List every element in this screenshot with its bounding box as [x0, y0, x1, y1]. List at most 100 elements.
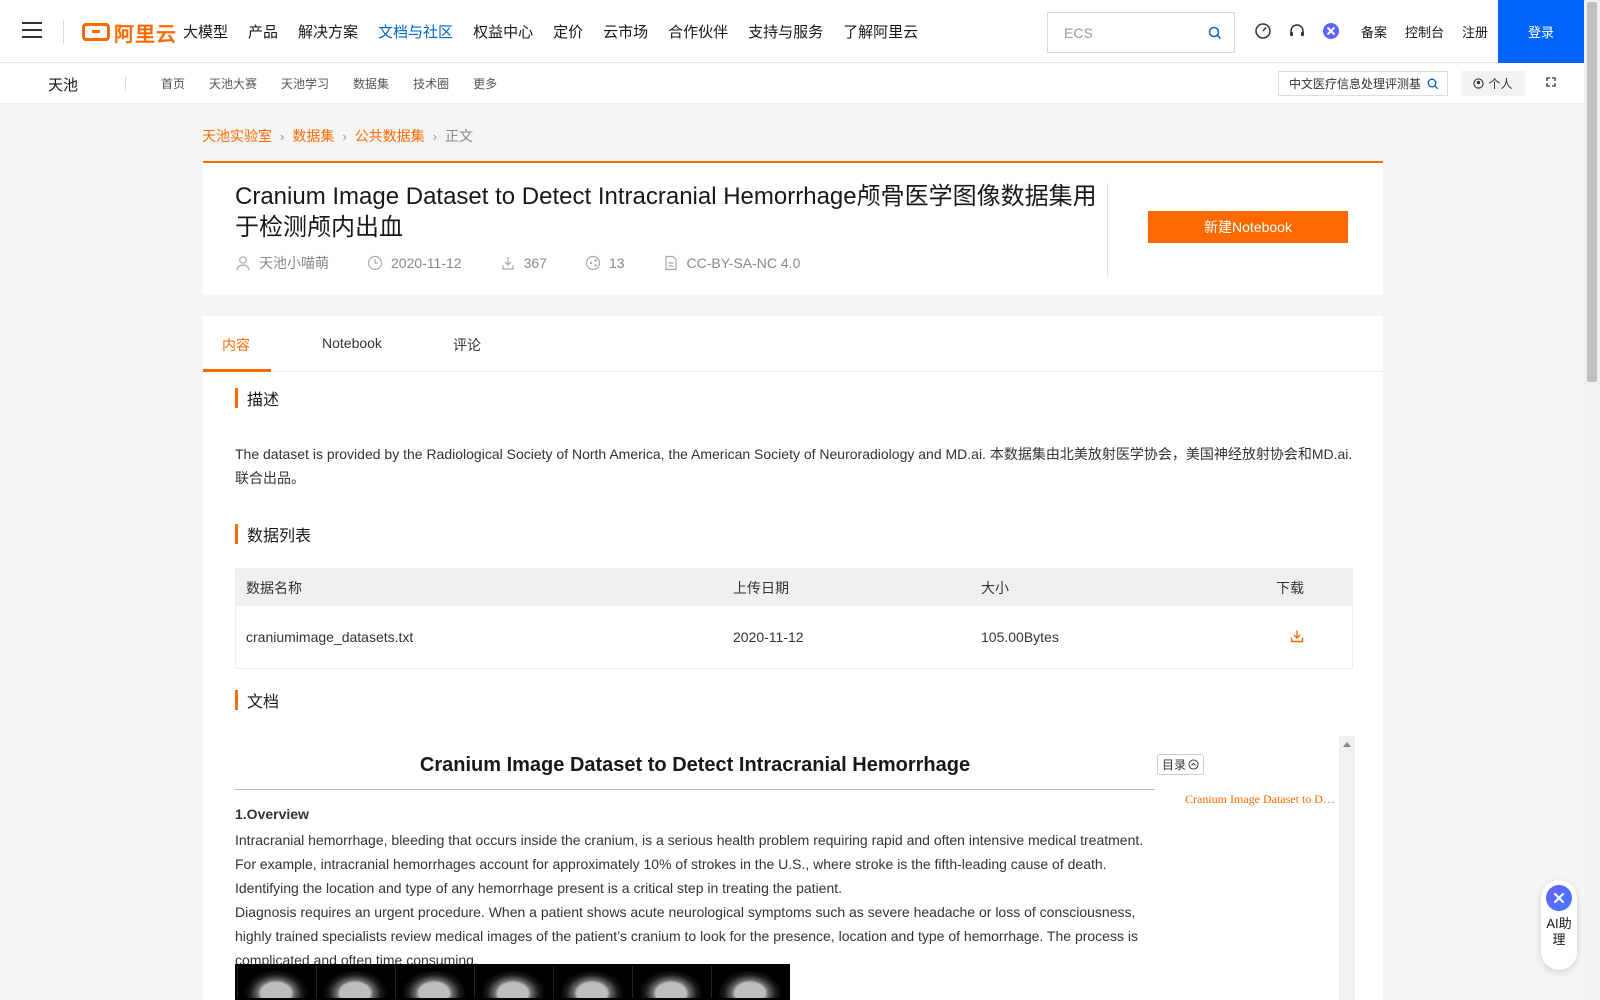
nav-link-models[interactable]: 大模型: [183, 21, 228, 42]
register-link[interactable]: 注册: [1462, 22, 1488, 41]
chevron-right-icon: ›: [432, 128, 438, 144]
section-accent-bar: [235, 690, 238, 710]
file-size: 105.00Bytes: [981, 629, 1059, 645]
document-paragraph: Intracranial hemorrhage, bleeding that o…: [235, 832, 1144, 896]
page-scrollbar[interactable]: [1584, 0, 1600, 1000]
user-icon: [236, 256, 250, 271]
section-description-heading: 描述: [235, 386, 279, 410]
section-title: 描述: [247, 392, 280, 409]
divider: [63, 20, 64, 44]
content-tabs: 内容 Notebook 评论: [203, 316, 1383, 372]
toc-label: 目录: [1162, 758, 1187, 772]
nav-link-pricing[interactable]: 定价: [553, 21, 583, 42]
subnav-competitions[interactable]: 天池大赛: [209, 75, 257, 92]
ai-assistant-icon[interactable]: [1322, 22, 1340, 40]
ai-assistant-label: AI助理: [1546, 916, 1572, 947]
star-count: 13: [608, 255, 625, 271]
logo-text: 阿里云: [114, 23, 177, 46]
search-icon[interactable]: [1427, 78, 1439, 90]
file-date: 2020-11-12: [733, 629, 804, 645]
dataset-meta: 天池小喵萌 2020-11-12 367 13 CC-BY-SA-NC 4.0: [235, 253, 838, 273]
col-header-download: 下载: [1276, 579, 1304, 596]
tab-notebook[interactable]: Notebook: [322, 335, 382, 351]
filing-link[interactable]: 备案: [1361, 22, 1387, 41]
tianchi-search-input[interactable]: [1289, 76, 1421, 91]
top-right-links: 备案 控制台 注册: [1361, 0, 1506, 63]
tab-content[interactable]: 内容: [222, 335, 250, 355]
ai-logo-icon: [1546, 885, 1572, 911]
ct-scan-image: [632, 966, 709, 998]
nav-link-benefits[interactable]: 权益中心: [473, 21, 533, 42]
section-datalist-heading: 数据列表: [235, 522, 311, 546]
tianchi-subnav: 天池 首页 天池大赛 天池学习 数据集 技术圈 更多 个人: [0, 63, 1584, 104]
chevron-right-icon: ›: [342, 128, 347, 144]
subnav-datasets[interactable]: 数据集: [353, 75, 389, 92]
file-name: craniumimage_datasets.txt: [246, 629, 414, 645]
subnav-more[interactable]: 更多: [473, 75, 497, 92]
logo-mark-icon: [82, 23, 110, 41]
toc-item[interactable]: Cranium Image Dataset to Detect Intracra…: [1185, 792, 1337, 807]
table-header: 数据名称 上传日期 大小 下载: [236, 569, 1352, 606]
download-icon[interactable]: [1290, 629, 1304, 643]
aliyun-logo[interactable]: 阿里云: [82, 19, 177, 46]
ct-scan-image-strip: [235, 964, 790, 1000]
nav-link-about[interactable]: 了解阿里云: [843, 21, 918, 42]
breadcrumb: 天池实验室 › 数据集 › 公共数据集 › 正文: [202, 126, 473, 146]
nav-link-partners[interactable]: 合作伙伴: [668, 21, 728, 42]
search-icon[interactable]: [1208, 26, 1222, 40]
dataset-header-card: Cranium Image Dataset to Detect Intracra…: [203, 161, 1383, 295]
ai-assistant-widget[interactable]: AI助理: [1541, 880, 1577, 970]
section-title: 文档: [247, 694, 280, 711]
dashboard-icon[interactable]: [1254, 22, 1272, 40]
col-header-size: 大小: [981, 579, 1009, 596]
user-circle-icon: [1473, 78, 1485, 89]
nav-link-solutions[interactable]: 解决方案: [298, 21, 358, 42]
expand-icon[interactable]: [1545, 76, 1557, 88]
ct-scan-image: [316, 966, 393, 998]
headset-icon[interactable]: [1288, 22, 1306, 40]
personal-label: 个人: [1488, 77, 1513, 91]
nav-link-support[interactable]: 支持与服务: [748, 21, 823, 42]
toc-toggle-button[interactable]: 目录: [1157, 754, 1205, 775]
subnav-links: 首页 天池大赛 天池学习 数据集 技术圈 更多: [161, 63, 521, 104]
ct-scan-image: [474, 966, 551, 998]
nav-link-docs-community[interactable]: 文档与社区: [378, 21, 453, 42]
hamburger-menu-icon[interactable]: [22, 22, 42, 40]
nav-link-marketplace[interactable]: 云市场: [603, 21, 648, 42]
main-nav: 大模型 产品 解决方案 文档与社区 权益中心 定价 云市场 合作伙伴 支持与服务…: [183, 0, 938, 63]
description-text: The dataset is provided by the Radiologi…: [235, 446, 1353, 486]
share-icon: [585, 255, 601, 271]
meta-date: 2020-11-12: [367, 255, 462, 271]
publish-date: 2020-11-12: [391, 255, 462, 271]
breadcrumb-current: 正文: [445, 128, 474, 144]
console-link[interactable]: 控制台: [1405, 22, 1444, 41]
tianchi-brand[interactable]: 天池: [48, 74, 78, 95]
subnav-tech-circle[interactable]: 技术圈: [413, 75, 449, 92]
personal-button[interactable]: 个人: [1461, 71, 1525, 96]
tianchi-search: [1278, 71, 1448, 96]
document-scrollbar[interactable]: [1339, 736, 1355, 1000]
breadcrumb-public-datasets[interactable]: 公共数据集: [355, 126, 425, 146]
document-paragraph: Diagnosis requires an urgent procedure. …: [235, 904, 1138, 968]
page-scrollbar-thumb[interactable]: [1587, 2, 1597, 382]
breadcrumb-lab[interactable]: 天池实验室: [202, 126, 272, 146]
nav-link-products[interactable]: 产品: [248, 21, 278, 42]
author-name[interactable]: 天池小喵萌: [259, 253, 329, 273]
col-header-date: 上传日期: [733, 579, 789, 596]
breadcrumb-datasets[interactable]: 数据集: [292, 126, 334, 146]
global-search-input[interactable]: [1064, 24, 1204, 41]
top-icon-group: [1254, 22, 1340, 40]
active-tab-indicator: [203, 369, 271, 372]
subnav-learning[interactable]: 天池学习: [281, 75, 329, 92]
meta-author: 天池小喵萌: [235, 253, 329, 273]
document-viewer[interactable]: Cranium Image Dataset to Detect Intracra…: [235, 736, 1355, 1000]
global-search: [1047, 12, 1235, 53]
divider: [1107, 183, 1108, 278]
heading-rule: [235, 789, 1155, 790]
section-title: 数据列表: [247, 528, 312, 545]
subnav-home[interactable]: 首页: [161, 75, 185, 92]
tab-comments[interactable]: 评论: [453, 335, 481, 355]
login-button[interactable]: 登录: [1498, 0, 1584, 63]
scroll-up-arrow-icon[interactable]: [1343, 742, 1351, 747]
new-notebook-button[interactable]: 新建Notebook: [1148, 211, 1348, 243]
